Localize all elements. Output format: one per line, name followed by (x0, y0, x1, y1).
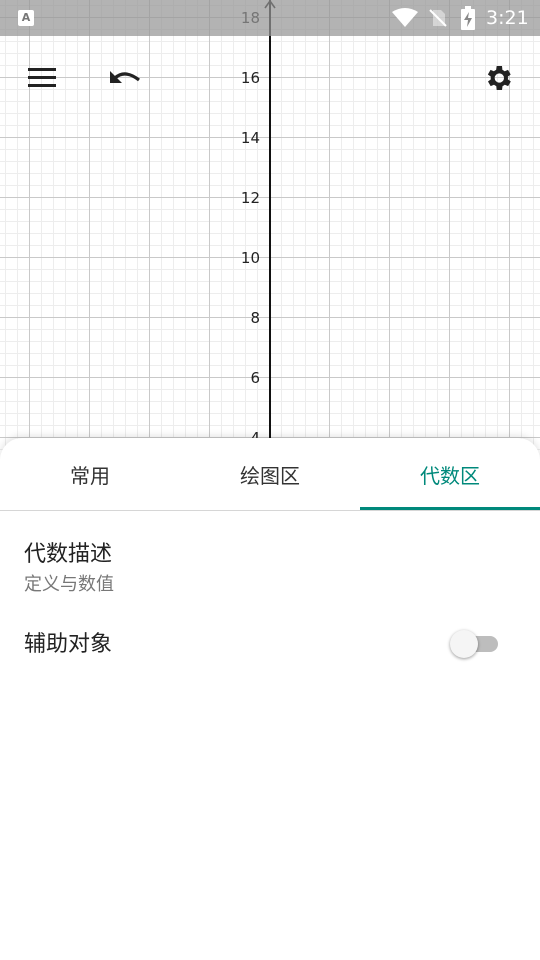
settings-icon (487, 66, 511, 90)
tab-bar: 常用 绘图区 代数区 (0, 438, 540, 511)
y-tick-label: 12 (240, 189, 260, 207)
tab-graphics[interactable]: 绘图区 (180, 438, 360, 510)
tab-common[interactable]: 常用 (0, 438, 180, 510)
wifi-icon (392, 8, 418, 27)
setting-title: 代数描述 (24, 542, 113, 567)
menu-icon (28, 68, 56, 87)
toggle-thumb (450, 630, 478, 658)
setting-subtitle: 定义与数值 (24, 574, 114, 595)
status-time: 3:21 (486, 7, 529, 29)
battery-charging-icon (461, 6, 475, 30)
y-tick-label: 10 (240, 249, 260, 267)
status-bar: A 3:21 (0, 0, 540, 36)
undo-icon (110, 71, 140, 83)
y-tick-label: 14 (240, 129, 260, 147)
algebra-description-setting[interactable]: 代数描述 定义与数值 (0, 528, 540, 598)
tab-algebra[interactable]: 代数区 (360, 438, 540, 510)
notification-icon: A (18, 10, 34, 26)
menu-button[interactable] (18, 54, 66, 102)
settings-bottom-sheet: 常用 绘图区 代数区 代数描述 定义与数值 辅助对象 (0, 438, 540, 960)
auxiliary-objects-toggle[interactable] (448, 628, 502, 658)
y-tick-label: 6 (250, 369, 260, 387)
y-axis (269, 0, 271, 460)
undo-button[interactable] (102, 54, 150, 102)
y-tick-label: 16 (240, 69, 260, 87)
active-tab-indicator (360, 507, 540, 510)
no-sim-icon (429, 9, 447, 27)
y-tick-label: 8 (250, 309, 260, 327)
setting-title: 辅助对象 (24, 632, 113, 657)
settings-button[interactable] (474, 54, 522, 102)
graphing-canvas[interactable]: 18 16 14 12 10 8 6 4 (0, 0, 540, 460)
